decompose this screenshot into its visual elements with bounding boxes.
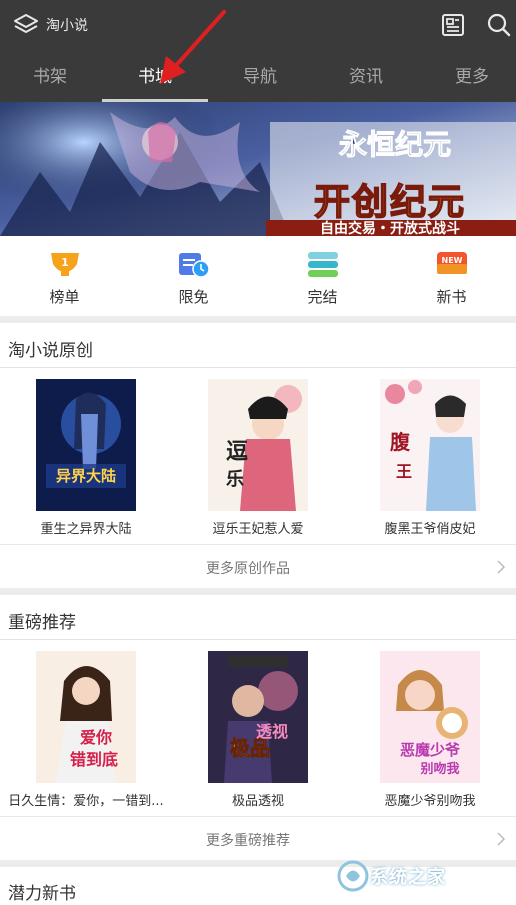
book-card[interactable]: 逗 乐 逗乐王妃惹人爱 xyxy=(172,379,344,549)
more-text: 更多重磅推荐 xyxy=(206,833,290,849)
section-recommended: 重磅推荐 爱你 错到底 日久生情：爱你，一错到... 极品 透视 极品透视 恶魔… xyxy=(0,595,516,860)
top-header: 淘小说 书架 书城 导航 资讯 更多 xyxy=(0,0,516,102)
quicknav-free[interactable]: 限免 xyxy=(129,236,258,316)
book-cover: 恶魔少爷 别吻我 xyxy=(380,651,480,783)
quicknav-label: 榜单 xyxy=(49,288,80,306)
watermark: 系统之家 xyxy=(336,855,508,899)
svg-text:别吻我: 别吻我 xyxy=(419,761,459,777)
book-title: 逗乐王妃惹人爱 xyxy=(212,522,304,537)
book-cover: 逗 乐 xyxy=(208,379,308,511)
section-gap xyxy=(0,316,516,323)
quick-nav: 1 榜单 限免 完结 NEW 新书 xyxy=(0,236,516,316)
book-card[interactable]: 爱你 错到底 日久生情：爱你，一错到... xyxy=(0,651,172,821)
search-icon[interactable] xyxy=(486,12,512,38)
divider xyxy=(0,639,516,640)
section-title: 重磅推荐 xyxy=(8,613,76,633)
svg-text:腹: 腹 xyxy=(390,430,411,454)
tab-more[interactable]: 更多 xyxy=(422,54,516,102)
svg-text:1: 1 xyxy=(61,256,69,269)
svg-text:逗: 逗 xyxy=(226,439,248,465)
svg-text:爱你: 爱你 xyxy=(80,728,112,747)
more-recommended-link[interactable]: 更多重磅推荐 xyxy=(0,816,516,860)
book-cover: 极品 透视 xyxy=(208,651,308,783)
book-title: 重生之异界大陆 xyxy=(40,522,132,537)
clock-card-icon xyxy=(179,253,210,278)
more-original-link[interactable]: 更多原创作品 xyxy=(0,544,516,588)
watermark-text: 系统之家 xyxy=(370,867,446,888)
svg-text:异界大陆: 异界大陆 xyxy=(56,467,116,485)
book-card[interactable]: 极品 透视 极品透视 xyxy=(172,651,344,821)
book-cover: 爱你 错到底 xyxy=(36,651,136,783)
svg-text:王: 王 xyxy=(396,462,412,481)
app-bar: 淘小说 xyxy=(0,0,516,52)
divider xyxy=(0,367,516,368)
quicknav-new[interactable]: NEW 新书 xyxy=(387,236,516,316)
trophy-icon: 1 xyxy=(51,253,79,276)
svg-text:恶魔少爷: 恶魔少爷 xyxy=(400,741,461,759)
banner-title-logo: 永恒纪元 xyxy=(339,128,451,161)
stack-icon xyxy=(308,252,338,277)
section-title: 淘小说原创 xyxy=(8,341,93,361)
quicknav-label: 限免 xyxy=(178,288,209,306)
book-card[interactable]: 恶魔少爷 别吻我 恶魔少爷别吻我 xyxy=(344,651,516,821)
layers-icon xyxy=(14,14,38,33)
banner-artwork: 永恒纪元 开创纪元 自由交易・开放式战斗 xyxy=(0,102,516,236)
app-title: 淘小说 xyxy=(46,18,88,34)
banner-tagline: 自由交易・开放式战斗 xyxy=(320,220,460,236)
promo-banner[interactable]: 永恒纪元 开创纪元 自由交易・开放式战斗 xyxy=(0,102,516,236)
book-card[interactable]: 异界大陆 重生之异界大陆 xyxy=(0,379,172,549)
book-card[interactable]: 腹 王 腹黑王爷俏皮妃 xyxy=(344,379,516,549)
book-title: 恶魔少爷别吻我 xyxy=(384,794,476,809)
book-cover: 异界大陆 xyxy=(36,379,136,511)
section-original: 淘小说原创 异界大陆 重生之异界大陆 逗 乐 逗乐王妃惹人爱 腹 王 腹黑王爷俏… xyxy=(0,323,516,588)
svg-text:错到底: 错到底 xyxy=(70,750,118,769)
book-cover: 腹 王 xyxy=(380,379,480,511)
section-gap xyxy=(0,588,516,595)
tab-news[interactable]: 资讯 xyxy=(316,54,416,102)
chevron-right-icon xyxy=(497,832,506,846)
tab-bar: 书架 书城 导航 资讯 更多 xyxy=(0,54,516,102)
book-title: 日久生情：爱你，一错到... xyxy=(8,794,164,809)
section-title: 潜力新书 xyxy=(8,884,76,904)
book-title: 腹黑王爷俏皮妃 xyxy=(384,522,476,537)
svg-text:透视: 透视 xyxy=(256,722,288,741)
book-title: 极品透视 xyxy=(231,794,284,809)
quicknav-label: 新书 xyxy=(436,288,467,306)
svg-text:NEW: NEW xyxy=(442,256,463,265)
new-badge-icon: NEW xyxy=(437,252,467,274)
watermark-logo-icon xyxy=(337,860,369,892)
quicknav-completed[interactable]: 完结 xyxy=(258,236,387,316)
more-text: 更多原创作品 xyxy=(206,561,290,577)
quicknav-label: 完结 xyxy=(307,288,338,306)
annotation-arrow xyxy=(160,10,226,84)
banner-headline: 开创纪元 xyxy=(314,182,466,223)
tab-bookshelf[interactable]: 书架 xyxy=(0,54,100,102)
quicknav-rankings[interactable]: 1 榜单 xyxy=(0,236,129,316)
svg-text:乐: 乐 xyxy=(226,469,244,490)
reader-icon[interactable] xyxy=(440,12,466,38)
chevron-right-icon xyxy=(497,560,506,574)
